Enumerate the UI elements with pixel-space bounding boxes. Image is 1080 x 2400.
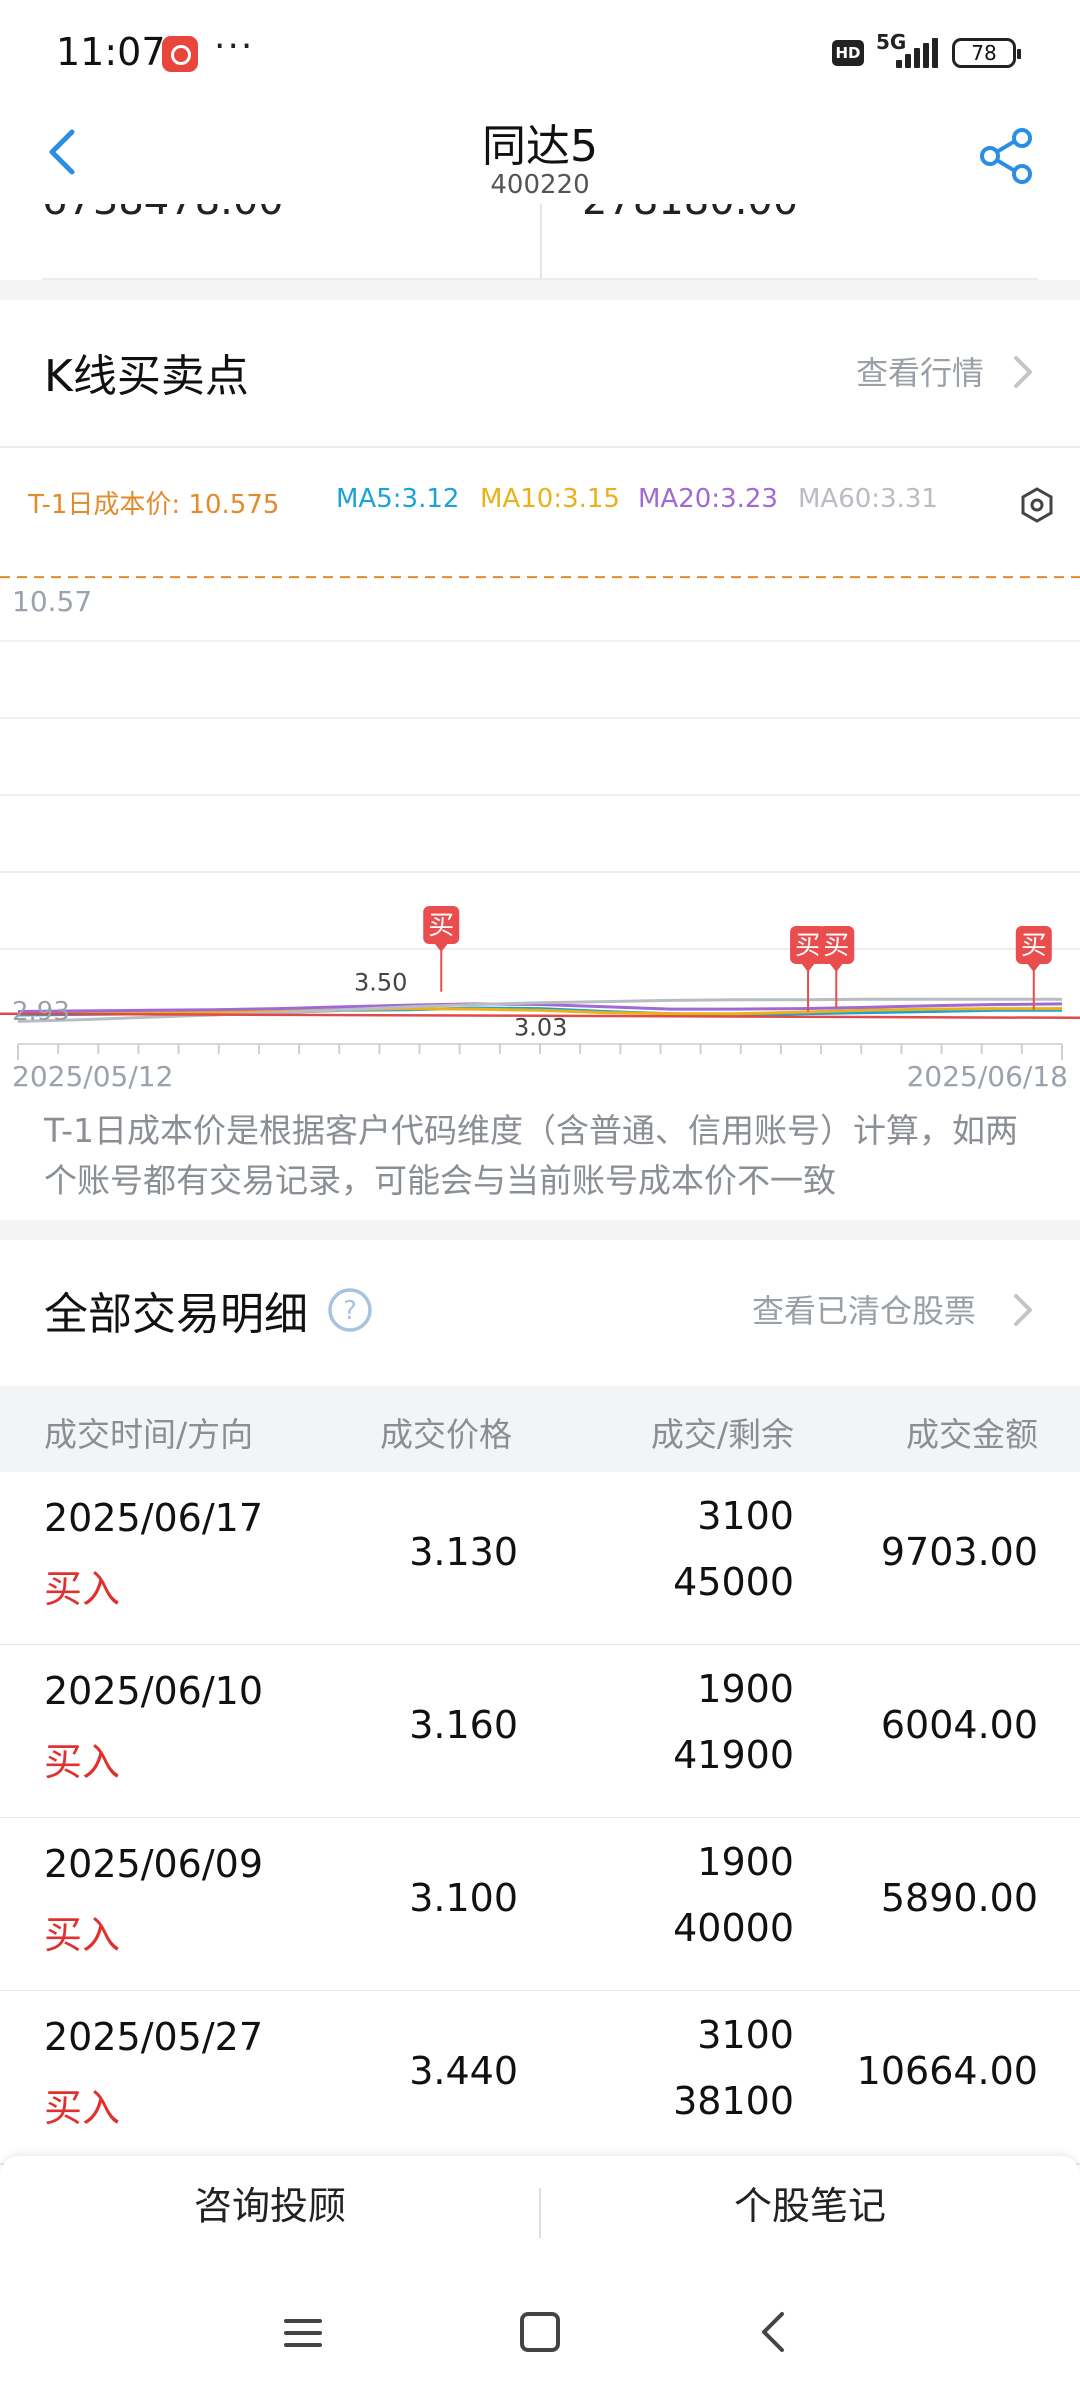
- more-notifications-icon: ···: [214, 26, 255, 67]
- buy-marker-label: 买: [1021, 931, 1047, 961]
- legend-ma5: MA5:3.12: [336, 484, 460, 514]
- nav-header: 同达5 400220: [0, 100, 1080, 204]
- menu-icon[interactable]: [282, 2312, 324, 2354]
- tx-volume: 3100: [697, 1494, 794, 1538]
- svg-text:?: ?: [343, 1296, 357, 1326]
- holding-summary: 6738478.00 278180.00: [0, 204, 1080, 280]
- summary-divider: [540, 204, 542, 280]
- tx-remaining: 45000: [673, 1560, 794, 1604]
- home-icon[interactable]: [518, 2310, 562, 2354]
- tx-remaining: 38100: [673, 2079, 794, 2123]
- tx-price: 3.440: [409, 2049, 518, 2093]
- tx-volume: 1900: [697, 1667, 794, 1711]
- peak-price-label: 3.50: [354, 968, 407, 996]
- transactions-header: 全部交易明细 ? 查看已清仓股票: [0, 1240, 1080, 1386]
- chevron-right-icon[interactable]: [1012, 354, 1036, 390]
- section-gap: [0, 280, 1080, 300]
- cost-price-label: 10.57: [12, 585, 92, 618]
- share-icon[interactable]: [976, 126, 1036, 186]
- buy-marker-label: 买: [795, 931, 821, 961]
- tx-volume: 1900: [697, 1840, 794, 1884]
- tx-amount: 10664.00: [856, 2049, 1038, 2093]
- tx-direction: 买入: [44, 1913, 121, 1957]
- x-end-label: 2025/06/18: [907, 1060, 1068, 1093]
- summary-left-value: 6738478.00: [42, 204, 284, 224]
- tx-date: 2025/06/17: [44, 1496, 264, 1540]
- tx-direction: 买入: [44, 1740, 121, 1784]
- buy-marker-label: 买: [428, 911, 454, 941]
- tx-date: 2025/06/10: [44, 1669, 264, 1713]
- table-row[interactable]: 2025/05/27 买入 3.440 3100 38100 10664.00: [0, 1991, 1080, 2165]
- buy-marker-pointer: [829, 963, 844, 972]
- buy-marker-label: 买: [823, 931, 849, 961]
- status-time: 11:07: [56, 30, 166, 74]
- view-cleared-stocks-link[interactable]: 查看已清仓股票: [752, 1286, 976, 1332]
- buy-marker-pointer: [801, 963, 816, 972]
- tx-amount: 9703.00: [880, 1530, 1038, 1574]
- tx-date: 2025/05/27: [44, 2015, 264, 2059]
- trough-price-label: 3.03: [514, 1014, 567, 1042]
- status-bar: 11:07 ··· HD 5G 78: [0, 0, 1080, 100]
- tx-remaining: 40000: [673, 1906, 794, 1950]
- table-row[interactable]: 2025/06/17 买入 3.130 3100 45000 9703.00: [0, 1472, 1080, 1646]
- legend-cost: T-1日成本价: 10.575: [28, 490, 280, 520]
- tx-price: 3.100: [409, 1876, 518, 1920]
- tx-date: 2025/06/09: [44, 1842, 264, 1886]
- tx-price: 3.130: [409, 1530, 518, 1574]
- legend-ma60: MA60:3.31: [798, 484, 938, 514]
- column-header-amount: 成交金额: [906, 1415, 1038, 1454]
- transactions-title: 全部交易明细: [44, 1289, 308, 1340]
- system-back-icon[interactable]: [756, 2310, 792, 2354]
- tx-direction: 买入: [44, 1567, 121, 1611]
- app-notification-icon: [162, 36, 198, 72]
- column-header-price: 成交价格: [380, 1415, 512, 1454]
- hd-icon: HD: [832, 40, 864, 66]
- chart-legend: T-1日成本价: 10.575 MA5:3.12 MA10:3.15 MA20:…: [0, 448, 1080, 558]
- x-start-label: 2025/05/12: [12, 1060, 173, 1093]
- column-header-time: 成交时间/方向: [44, 1415, 254, 1454]
- buy-marker-pointer: [1026, 963, 1041, 972]
- battery-icon: 78: [952, 38, 1021, 68]
- signal-icon: [896, 38, 940, 68]
- settings-icon[interactable]: [1018, 486, 1056, 524]
- buy-marker-pointer: [434, 943, 449, 952]
- tx-price: 3.160: [409, 1703, 518, 1747]
- legend-ma20: MA20:3.23: [638, 484, 778, 514]
- help-icon[interactable]: ?: [326, 1286, 374, 1334]
- table-row[interactable]: 2025/06/09 买入 3.100 1900 40000 5890.00: [0, 1818, 1080, 1992]
- kline-title: K线买卖点: [44, 351, 249, 402]
- tx-amount: 6004.00: [880, 1703, 1038, 1747]
- low-price-label: 2.93: [12, 997, 70, 1027]
- system-nav-bar: [0, 2286, 1080, 2400]
- kline-chart[interactable]: 10.572025/05/12 2025/06/182.933.503.03买买买…: [0, 556, 1080, 1112]
- tx-remaining: 41900: [673, 1733, 794, 1777]
- consult-advisor-button[interactable]: 咨询投顾: [0, 2156, 540, 2264]
- bottom-action-bar: 咨询投顾 个股笔记: [0, 2156, 1080, 2286]
- legend-ma10: MA10:3.15: [480, 484, 620, 514]
- cost-price-note: T-1日成本价是根据客户代码维度（含普通、信用账号）计算，如两个账号都有交易记录…: [44, 1111, 1019, 1200]
- summary-right-value: 278180.00: [582, 204, 798, 224]
- section-gap: [0, 1220, 1080, 1240]
- stock-code: 400220: [490, 170, 590, 200]
- table-header: 成交时间/方向 成交价格 成交/剩余 成交金额: [0, 1386, 1080, 1472]
- view-market-link[interactable]: 查看行情: [856, 348, 984, 394]
- kline-section-header: K线买卖点 查看行情: [0, 300, 1080, 448]
- tx-amount: 5890.00: [880, 1876, 1038, 1920]
- tx-volume: 3100: [697, 2013, 794, 2057]
- chevron-right-icon[interactable]: [1012, 1292, 1036, 1328]
- table-row[interactable]: 2025/06/10 买入 3.160 1900 41900 6004.00: [0, 1645, 1080, 1819]
- page-title: 同达5: [482, 121, 598, 172]
- tx-direction: 买入: [44, 2086, 121, 2130]
- stock-notes-button[interactable]: 个股笔记: [540, 2156, 1080, 2264]
- column-header-volume: 成交/剩余: [650, 1415, 794, 1454]
